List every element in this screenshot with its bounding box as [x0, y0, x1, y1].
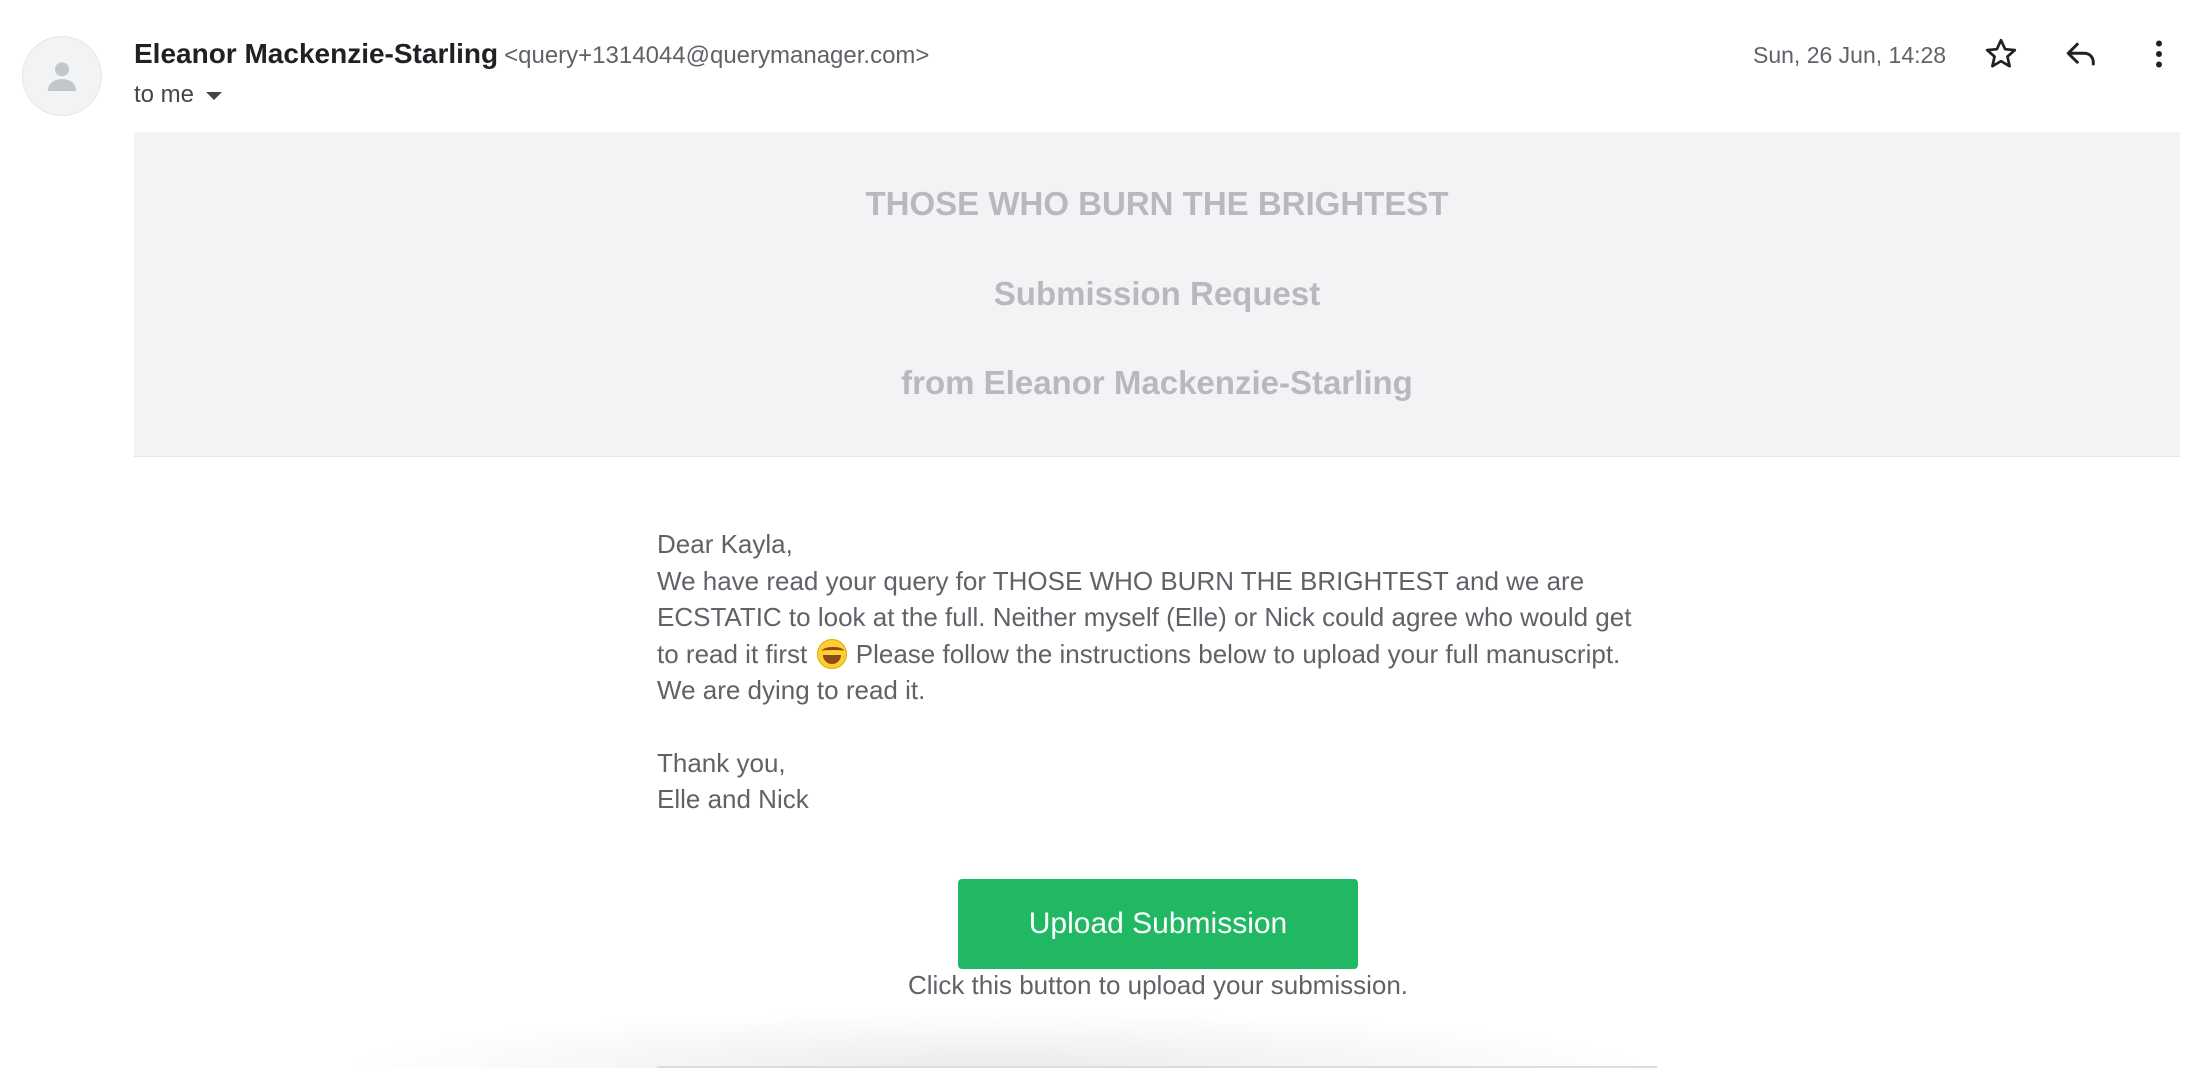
greeting: Dear Kayla,: [657, 529, 793, 559]
email-view: Eleanor Mackenzie-Starling <query+131404…: [0, 0, 2209, 1068]
body-line: ECSTATIC to look at the full. Neither my…: [657, 602, 1632, 632]
person-icon: [47, 62, 77, 91]
banner-title: THOSE WHO BURN THE BRIGHTEST: [865, 185, 1449, 222]
sender-email: <query+1314044@querymanager.com>: [504, 42, 930, 69]
signature: Elle and Nick: [657, 784, 809, 814]
star-button[interactable]: [1979, 32, 2023, 76]
email-date: Sun, 26 Jun, 14:28: [1753, 42, 1947, 68]
laughing-emoji-icon: [816, 638, 847, 669]
star-icon: [1985, 38, 2017, 68]
submission-banner: THOSE WHO BURN THE BRIGHTEST Submission …: [134, 132, 2180, 457]
body-line: to read it first Please follow the instr…: [657, 636, 1657, 673]
reply-icon: [2066, 42, 2095, 66]
banner-from: from Eleanor Mackenzie-Starling: [901, 364, 1413, 401]
recipient-label: to me: [134, 81, 195, 108]
body-line-end: Please follow the instructions below to …: [855, 638, 1621, 669]
footer-shadow: [330, 1010, 1660, 1068]
email-body: Dear Kayla, We have read your query for …: [657, 526, 1657, 818]
recipient-details-toggle[interactable]: to me: [134, 81, 223, 109]
upload-helper-label: Click this button to upload your submiss…: [907, 970, 1409, 1000]
upload-helper-text: Click this button to upload your submiss…: [0, 970, 2209, 1001]
sender-line: Eleanor Mackenzie-Starling <query+131404…: [134, 38, 929, 70]
more-vertical-icon: [2156, 40, 2162, 68]
sender-name[interactable]: Eleanor Mackenzie-Starling: [134, 38, 498, 70]
reply-button[interactable]: [2059, 32, 2103, 76]
more-options-button[interactable]: [2137, 32, 2181, 76]
body-line-start: to read it first: [657, 638, 808, 669]
sender-avatar[interactable]: [22, 36, 102, 116]
body-line: We have read your query for THOSE WHO BU…: [657, 565, 1585, 596]
closing: Thank you,: [657, 747, 786, 778]
body-line: We are dying to read it.: [657, 675, 926, 705]
banner-subtitle: Submission Request: [993, 275, 1321, 312]
upload-submission-button[interactable]: Upload Submission: [958, 879, 1358, 969]
caret-down-icon: [206, 92, 223, 100]
